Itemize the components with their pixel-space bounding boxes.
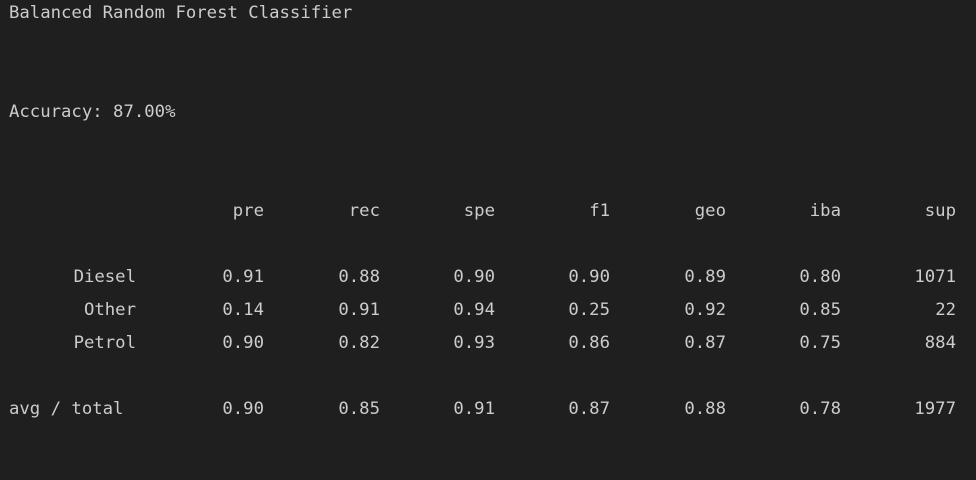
row-value: 0.90 bbox=[222, 399, 264, 419]
row-value: 0.25 bbox=[568, 300, 610, 320]
row-value: 0.14 bbox=[222, 300, 264, 320]
accuracy-text: Accuracy: 87.00% bbox=[9, 102, 176, 122]
row-value: 0.91 bbox=[222, 267, 264, 287]
row-label: Petrol bbox=[73, 333, 136, 353]
row-value: 0.86 bbox=[568, 333, 610, 353]
row-value: 0.90 bbox=[568, 267, 610, 287]
row-value: 0.90 bbox=[222, 333, 264, 353]
row-value: 0.90 bbox=[453, 267, 495, 287]
row-value: 0.75 bbox=[799, 333, 841, 353]
row-value: 0.87 bbox=[568, 399, 610, 419]
row-value: 0.89 bbox=[684, 267, 726, 287]
row-value: 0.91 bbox=[338, 300, 380, 320]
header-sup: sup bbox=[924, 201, 956, 221]
row-value: 1071 bbox=[914, 267, 956, 287]
row-value: 22 bbox=[935, 300, 956, 320]
row-label: avg / total bbox=[9, 399, 124, 419]
row-value: 0.85 bbox=[338, 399, 380, 419]
row-value: 0.80 bbox=[799, 267, 841, 287]
header-rec: rec bbox=[348, 201, 380, 221]
row-value: 884 bbox=[924, 333, 956, 353]
row-value: 0.92 bbox=[684, 300, 726, 320]
row-value: 0.94 bbox=[453, 300, 495, 320]
row-value: 0.78 bbox=[799, 399, 841, 419]
header-spe: spe bbox=[463, 201, 495, 221]
report-row-petrol: Petrol 0.90 0.82 0.93 0.86 0.87 0.75 884 bbox=[0, 332, 976, 354]
report-row-avg-total: avg / total 0.90 0.85 0.91 0.87 0.88 0.7… bbox=[0, 398, 976, 420]
row-value: 0.88 bbox=[338, 267, 380, 287]
report-header-row: pre rec spe f1 geo iba sup bbox=[0, 200, 976, 222]
header-iba: iba bbox=[809, 201, 841, 221]
report-row-other: Other 0.14 0.91 0.94 0.25 0.92 0.85 22 bbox=[0, 299, 976, 321]
report-row-diesel: Diesel 0.91 0.88 0.90 0.90 0.89 0.80 107… bbox=[0, 266, 976, 288]
row-value: 1977 bbox=[914, 399, 956, 419]
classifier-title: Balanced Random Forest Classifier bbox=[9, 3, 353, 23]
row-value: 0.91 bbox=[453, 399, 495, 419]
row-label: Other bbox=[83, 300, 136, 320]
row-value: 0.87 bbox=[684, 333, 726, 353]
row-value: 0.88 bbox=[684, 399, 726, 419]
row-value: 0.82 bbox=[338, 333, 380, 353]
header-geo: geo bbox=[694, 201, 726, 221]
row-value: 0.85 bbox=[799, 300, 841, 320]
header-f1: f1 bbox=[589, 201, 610, 221]
row-value: 0.93 bbox=[453, 333, 495, 353]
header-pre: pre bbox=[232, 201, 264, 221]
row-label: Diesel bbox=[73, 267, 136, 287]
